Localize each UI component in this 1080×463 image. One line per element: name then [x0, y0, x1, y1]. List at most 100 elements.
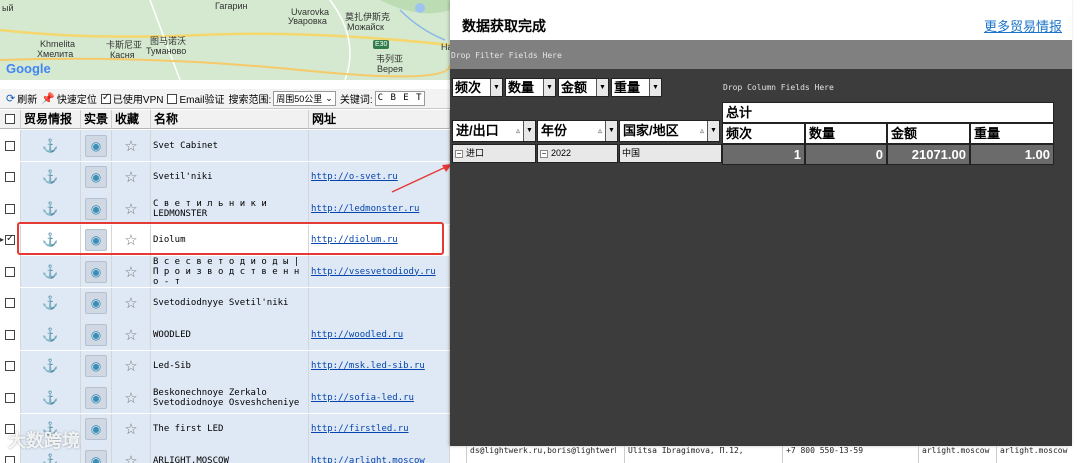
- row-checkbox[interactable]: [5, 266, 15, 277]
- table-row[interactable]: ⚓ ◉ ☆ В с е с в е т о д и о д ы | П р о и з…: [0, 256, 450, 287]
- table-row[interactable]: ⚓ ◉ ☆ Svet Cabinet: [0, 130, 450, 161]
- url-link[interactable]: [309, 287, 450, 319]
- row-checkbox[interactable]: [5, 203, 15, 214]
- url-link[interactable]: http://vsesvetodiody.ru: [309, 256, 450, 287]
- anchor-icon[interactable]: ⚓: [42, 264, 58, 280]
- vpn-checkbox[interactable]: 已使用VPN: [100, 91, 163, 106]
- data-field-weight[interactable]: 重量 ▼: [611, 78, 662, 97]
- url-link[interactable]: http://msk.led-sib.ru: [309, 350, 450, 382]
- row-field-direction[interactable]: 进/出口 ▵ ▼: [452, 120, 536, 142]
- dropdown-arrow-icon[interactable]: ▼: [523, 121, 535, 141]
- trade-info-cell[interactable]: ⚓: [21, 224, 81, 256]
- street-view-icon[interactable]: ◉: [85, 323, 107, 346]
- sort-icon[interactable]: ▵: [700, 121, 704, 141]
- row-checkbox[interactable]: [5, 298, 15, 308]
- row-checkbox-cell[interactable]: [0, 287, 21, 319]
- sort-icon[interactable]: ▵: [598, 121, 602, 141]
- trade-info-cell[interactable]: ⚓: [21, 287, 81, 319]
- more-trade-info-link[interactable]: 更多贸易情报: [984, 16, 1062, 35]
- map-view[interactable]: ый Гагарин Uvarovka Уваровка 莫扎伊斯克 Можай…: [0, 0, 450, 80]
- row-year[interactable]: −2022: [537, 144, 618, 163]
- header-select-all[interactable]: [0, 110, 21, 129]
- star-icon[interactable]: ☆: [124, 326, 137, 344]
- table-row[interactable]: ⚓ ◉ ☆ Led-Sib http://msk.led-sib.ru: [0, 350, 450, 382]
- email-checkbox-box[interactable]: [167, 93, 178, 104]
- star-icon[interactable]: ☆: [124, 294, 137, 312]
- street-view-icon[interactable]: ◉: [85, 134, 107, 157]
- vpn-checkbox-box[interactable]: [100, 92, 111, 104]
- trade-info-cell[interactable]: ⚓: [21, 350, 81, 382]
- locate-button[interactable]: 📌 快速定位: [41, 91, 97, 106]
- street-view-icon[interactable]: ◉: [85, 197, 107, 220]
- trade-info-cell[interactable]: ⚓: [21, 130, 81, 161]
- star-icon[interactable]: ☆: [124, 420, 137, 438]
- keyword-input[interactable]: С В Е Т О: [374, 91, 425, 106]
- sort-icon[interactable]: ▵: [516, 121, 520, 141]
- row-direction[interactable]: − 进口: [452, 144, 536, 163]
- star-icon[interactable]: ☆: [124, 263, 137, 281]
- url-link[interactable]: http://firstled.ru: [309, 413, 450, 445]
- row-checkbox[interactable]: [5, 233, 15, 245]
- row-field-year[interactable]: 年份 ▵ ▼: [537, 120, 618, 142]
- row-checkbox[interactable]: [5, 455, 15, 463]
- select-all-checkbox[interactable]: [5, 114, 15, 124]
- row-checkbox[interactable]: [5, 361, 15, 371]
- row-checkbox-cell[interactable]: [0, 161, 21, 193]
- trade-info-cell[interactable]: ⚓: [21, 193, 81, 224]
- header-street-view[interactable]: 实景: [81, 110, 112, 129]
- collapse-icon[interactable]: −: [455, 149, 463, 158]
- url-link[interactable]: http://woodled.ru: [309, 319, 450, 350]
- table-row[interactable]: ⚓ ◉ ☆ С в е т и л ь н и к и LEDMONSTER http:…: [0, 193, 450, 224]
- trade-info-cell[interactable]: ⚓: [21, 319, 81, 350]
- street-view-icon[interactable]: ◉: [85, 229, 107, 251]
- data-field-amount[interactable]: 金额 ▼: [558, 78, 609, 97]
- street-view-icon[interactable]: ◉: [85, 355, 107, 377]
- dropdown-arrow-icon[interactable]: ▼: [490, 79, 502, 96]
- data-field-frequency[interactable]: 频次 ▼: [452, 78, 503, 97]
- anchor-icon[interactable]: ⚓: [42, 327, 58, 343]
- star-icon[interactable]: ☆: [124, 357, 137, 375]
- star-icon[interactable]: ☆: [124, 200, 137, 218]
- street-view-icon[interactable]: ◉: [85, 166, 107, 188]
- search-range-select[interactable]: 周围50公里 ⌄: [273, 91, 336, 106]
- star-icon[interactable]: ☆: [124, 452, 137, 463]
- url-link[interactable]: http://arlight.moscow: [309, 445, 450, 463]
- email-checkbox[interactable]: Email验证: [167, 91, 225, 106]
- trade-info-cell[interactable]: ⚓: [21, 161, 81, 193]
- header-trade-info[interactable]: 贸易情报: [21, 110, 81, 129]
- table-row[interactable]: ⚓ ◉ ☆ Diolum http://diolum.ru ▸: [0, 224, 450, 256]
- anchor-icon[interactable]: ⚓: [42, 201, 58, 217]
- dropdown-arrow-icon[interactable]: ▼: [543, 79, 555, 96]
- anchor-icon[interactable]: ⚓: [42, 295, 58, 311]
- anchor-icon[interactable]: ⚓: [42, 453, 58, 463]
- trade-info-cell[interactable]: ⚓: [21, 382, 81, 413]
- anchor-icon[interactable]: ⚓: [42, 358, 58, 374]
- row-checkbox[interactable]: [5, 172, 15, 182]
- header-favorite[interactable]: 收藏: [112, 110, 151, 129]
- row-checkbox[interactable]: [5, 140, 15, 151]
- star-icon[interactable]: ☆: [124, 168, 137, 186]
- data-field-quantity[interactable]: 数量 ▼: [505, 78, 556, 97]
- row-checkbox[interactable]: [5, 392, 15, 403]
- anchor-icon[interactable]: ⚓: [42, 138, 58, 154]
- row-checkbox-cell[interactable]: [0, 256, 21, 287]
- table-row[interactable]: ⚓ ◉ ☆ Beskonechnoye Zerkalo Svetodiodnoye O…: [0, 382, 450, 413]
- street-view-icon[interactable]: ◉: [85, 386, 107, 409]
- collapse-icon[interactable]: −: [540, 149, 548, 158]
- star-icon[interactable]: ☆: [124, 389, 137, 407]
- header-url[interactable]: 网址: [309, 110, 450, 129]
- header-name[interactable]: 名称: [151, 110, 309, 129]
- street-view-icon[interactable]: ◉: [85, 292, 107, 314]
- street-view-icon[interactable]: ◉: [85, 418, 107, 440]
- anchor-icon[interactable]: ⚓: [42, 169, 58, 185]
- row-checkbox-cell[interactable]: [0, 130, 21, 161]
- street-view-icon[interactable]: ◉: [85, 449, 107, 463]
- refresh-button[interactable]: ⟳ 刷新: [6, 91, 37, 106]
- star-icon[interactable]: ☆: [124, 137, 137, 155]
- url-link[interactable]: http://diolum.ru: [309, 224, 450, 256]
- star-icon[interactable]: ☆: [124, 231, 137, 249]
- url-link[interactable]: [309, 130, 450, 161]
- anchor-icon[interactable]: ⚓: [42, 390, 58, 406]
- table-row[interactable]: ⚓ ◉ ☆ WOODLED http://woodled.ru: [0, 319, 450, 350]
- street-view-icon[interactable]: ◉: [85, 260, 107, 283]
